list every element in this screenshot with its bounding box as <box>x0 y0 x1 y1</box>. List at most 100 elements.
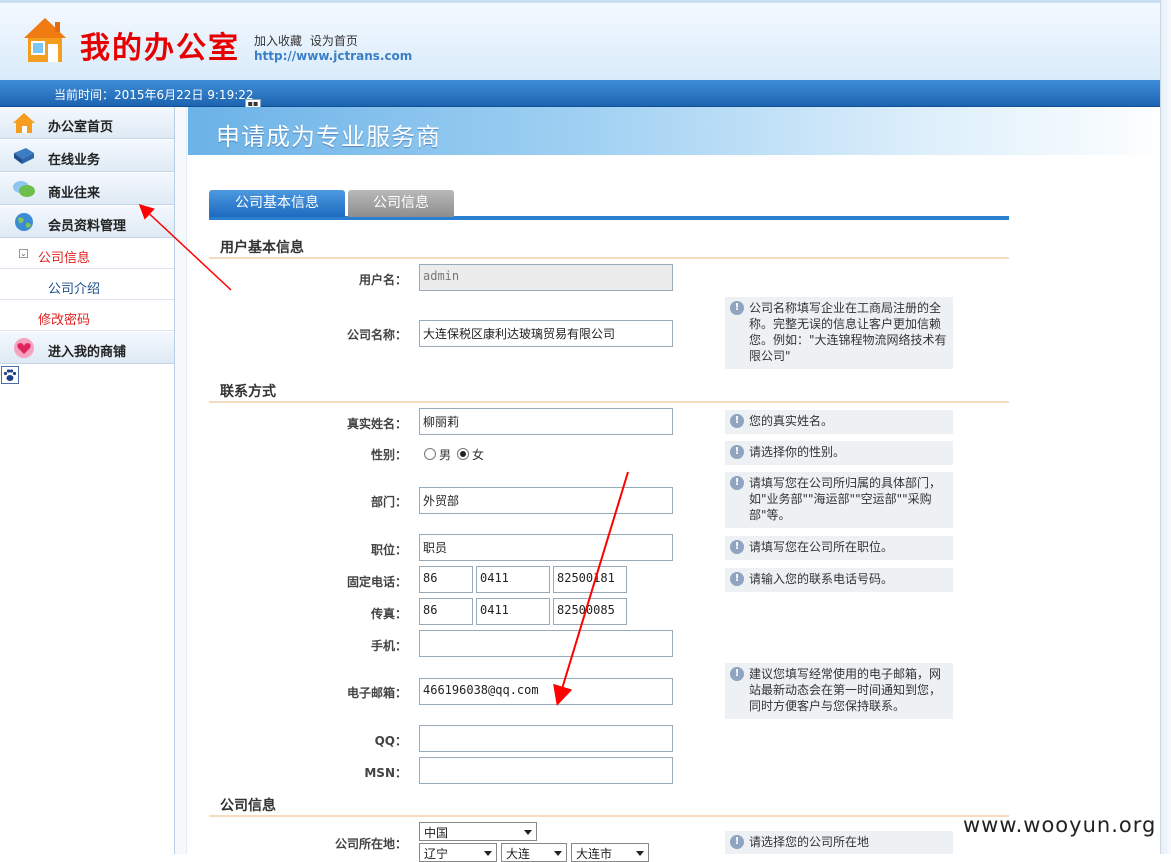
sidebar-item-label: 办公室首页 <box>48 120 114 135</box>
gender-female-radio[interactable] <box>457 448 469 460</box>
phone-label: 固定电话： <box>346 575 407 589</box>
info-icon: ! <box>730 835 744 849</box>
site-title: 我的办公室 <box>80 31 240 66</box>
email-label: 电子邮箱： <box>346 686 407 700</box>
sidebar-item-company-intro[interactable]: 公司介绍 <box>0 270 174 300</box>
phone-number-field[interactable]: 82500181 <box>553 566 627 593</box>
sidebar-item-my-shop[interactable]: 进入我的商铺 <box>0 332 174 364</box>
set-homepage-link[interactable]: 设为首页 <box>310 34 358 48</box>
real-name-tip: ! 您的真实姓名。 <box>725 410 953 434</box>
gender-label: 性别： <box>370 448 407 462</box>
gender-radio-group: 男 女 <box>424 448 504 462</box>
chevron-down-icon: ⌄ <box>19 249 28 258</box>
gender-tip: ! 请选择你的性别。 <box>725 441 953 465</box>
info-icon: ! <box>730 476 744 490</box>
sidebar-item-change-password[interactable]: 修改密码 <box>0 301 174 331</box>
section-title: 公司信息 <box>220 798 276 814</box>
sidebar-item-member-profile[interactable]: 会员资料管理 <box>0 206 174 238</box>
phone-tip: ! 请输入您的联系电话号码。 <box>725 568 953 592</box>
info-icon: ! <box>730 445 744 459</box>
tip-text: 您的真实姓名。 <box>749 414 834 428</box>
sidebar-item-office-home[interactable]: 办公室首页 <box>0 107 174 139</box>
department-tip: ! 请填写您在公司所归属的具体部门，如"业务部""海运部""空运部""采购部"等… <box>725 472 953 528</box>
username-label: 用户名： <box>358 273 407 287</box>
position-label: 职位： <box>370 543 407 557</box>
site-url-link[interactable]: http://www.jctrans.com <box>254 49 412 63</box>
paw-icon[interactable] <box>1 366 19 384</box>
heart-icon <box>14 338 34 358</box>
tip-text: 请填写您在公司所归属的具体部门，如"业务部""海运部""空运部""采购部"等。 <box>749 476 942 522</box>
company-name-label: 公司名称： <box>346 328 407 342</box>
company-name-tip: ! 公司名称填写企业在工商局注册的全称。完整无误的信息让客户更加信赖您。例如："… <box>725 297 953 369</box>
mobile-field[interactable] <box>419 630 673 657</box>
msn-field[interactable] <box>419 757 673 784</box>
qq-label: QQ： <box>374 734 407 748</box>
fax-country-field[interactable]: 86 <box>419 598 473 625</box>
mobile-label: 手机： <box>370 639 407 653</box>
real-name-field[interactable]: 柳丽莉 <box>419 408 673 435</box>
section-company-info: 公司信息 <box>209 789 1009 817</box>
phone-area-field[interactable]: 0411 <box>476 566 550 593</box>
section-title: 用户基本信息 <box>220 240 304 256</box>
info-icon: ! <box>730 540 744 554</box>
sidebar-item-label: 在线业务 <box>48 153 101 168</box>
sidebar-item-label: 进入我的商铺 <box>48 345 127 360</box>
company-name-field[interactable]: 大连保税区康利达玻璃贸易有限公司 <box>419 320 673 347</box>
globe-icon <box>15 213 33 231</box>
tip-text: 请选择您的公司所在地 <box>749 835 870 849</box>
fax-area-field[interactable]: 0411 <box>476 598 550 625</box>
header: 我的办公室 加入收藏 设为首页 http://www.jctrans.com <box>0 0 1171 80</box>
gender-female-label: 女 <box>472 448 485 462</box>
select-value: 大连 <box>506 847 531 861</box>
add-favorite-link[interactable]: 加入收藏 <box>254 34 302 48</box>
province-select[interactable]: 辽宁 <box>419 843 497 862</box>
fax-label: 传真： <box>370 607 407 621</box>
info-icon: ! <box>730 572 744 586</box>
sidebar-item-label: 公司介绍 <box>48 282 101 297</box>
book-icon <box>14 148 34 164</box>
house-icon <box>13 113 35 133</box>
position-field[interactable]: 职员 <box>419 534 673 561</box>
current-time: 当前时间：2015年6月22日 9:19:22 <box>54 88 254 102</box>
tab-company-info[interactable]: 公司信息 <box>348 190 454 217</box>
section-contact: 联系方式 <box>209 375 1009 403</box>
gender-male-label: 男 <box>439 448 452 462</box>
form-tabs: 公司基本信息 公司信息 <box>209 190 1009 220</box>
sidebar-divider <box>175 107 187 854</box>
phone-country-field[interactable]: 86 <box>419 566 473 593</box>
sidebar-group-label: 公司信息 <box>38 251 91 266</box>
location-label: 公司所在地： <box>334 837 407 851</box>
tip-text: 建议您填写经常使用的电子邮箱，网站最新动态会在第一时间通知到您，同时方便客户与您… <box>749 667 942 713</box>
tip-text: 请输入您的联系电话号码。 <box>749 572 894 586</box>
qq-field[interactable] <box>419 725 673 752</box>
fax-number-field[interactable]: 82500085 <box>553 598 627 625</box>
position-tip: ! 请填写您在公司所在职位。 <box>725 536 953 560</box>
sidebar-group-company-info[interactable]: ⌄ 公司信息 <box>0 239 174 269</box>
country-select[interactable]: 中国 <box>419 822 537 841</box>
location-tip: ! 请选择您的公司所在地 <box>725 831 953 854</box>
gender-male-radio[interactable] <box>424 448 436 460</box>
tip-text: 请填写您在公司所在职位。 <box>749 540 894 554</box>
watermark: www.wooyun.org <box>963 813 1157 837</box>
section-title: 联系方式 <box>220 384 276 400</box>
info-icon: ! <box>730 667 744 681</box>
real-name-label: 真实姓名： <box>346 417 407 431</box>
sidebar-item-label: 会员资料管理 <box>48 219 127 234</box>
tab-company-basic-info[interactable]: 公司基本信息 <box>209 190 345 217</box>
page-banner: 申请成为专业服务商 <box>188 107 1171 155</box>
scrollbar-track[interactable] <box>1160 0 1171 854</box>
sidebar: 办公室首页 在线业务 商业往来 会员资料管理 ⌄ 公司信息 公司介绍 修改密码 <box>0 107 175 854</box>
msn-label: MSN： <box>364 766 407 780</box>
email-field[interactable]: 466196038@qq.com <box>419 678 673 705</box>
section-user-info: 用户基本信息 <box>209 231 1009 259</box>
select-value: 大连市 <box>576 847 613 861</box>
select-value: 辽宁 <box>424 847 449 861</box>
department-label: 部门： <box>370 495 407 509</box>
city-select[interactable]: 大连 <box>501 843 567 862</box>
scrollbar[interactable] <box>1160 0 1171 854</box>
sidebar-item-business-contacts[interactable]: 商业往来 <box>0 173 174 205</box>
department-field[interactable]: 外贸部 <box>419 487 673 514</box>
tip-text: 请选择你的性别。 <box>749 445 846 459</box>
sidebar-item-online-business[interactable]: 在线业务 <box>0 140 174 172</box>
district-select[interactable]: 大连市 <box>571 843 649 862</box>
